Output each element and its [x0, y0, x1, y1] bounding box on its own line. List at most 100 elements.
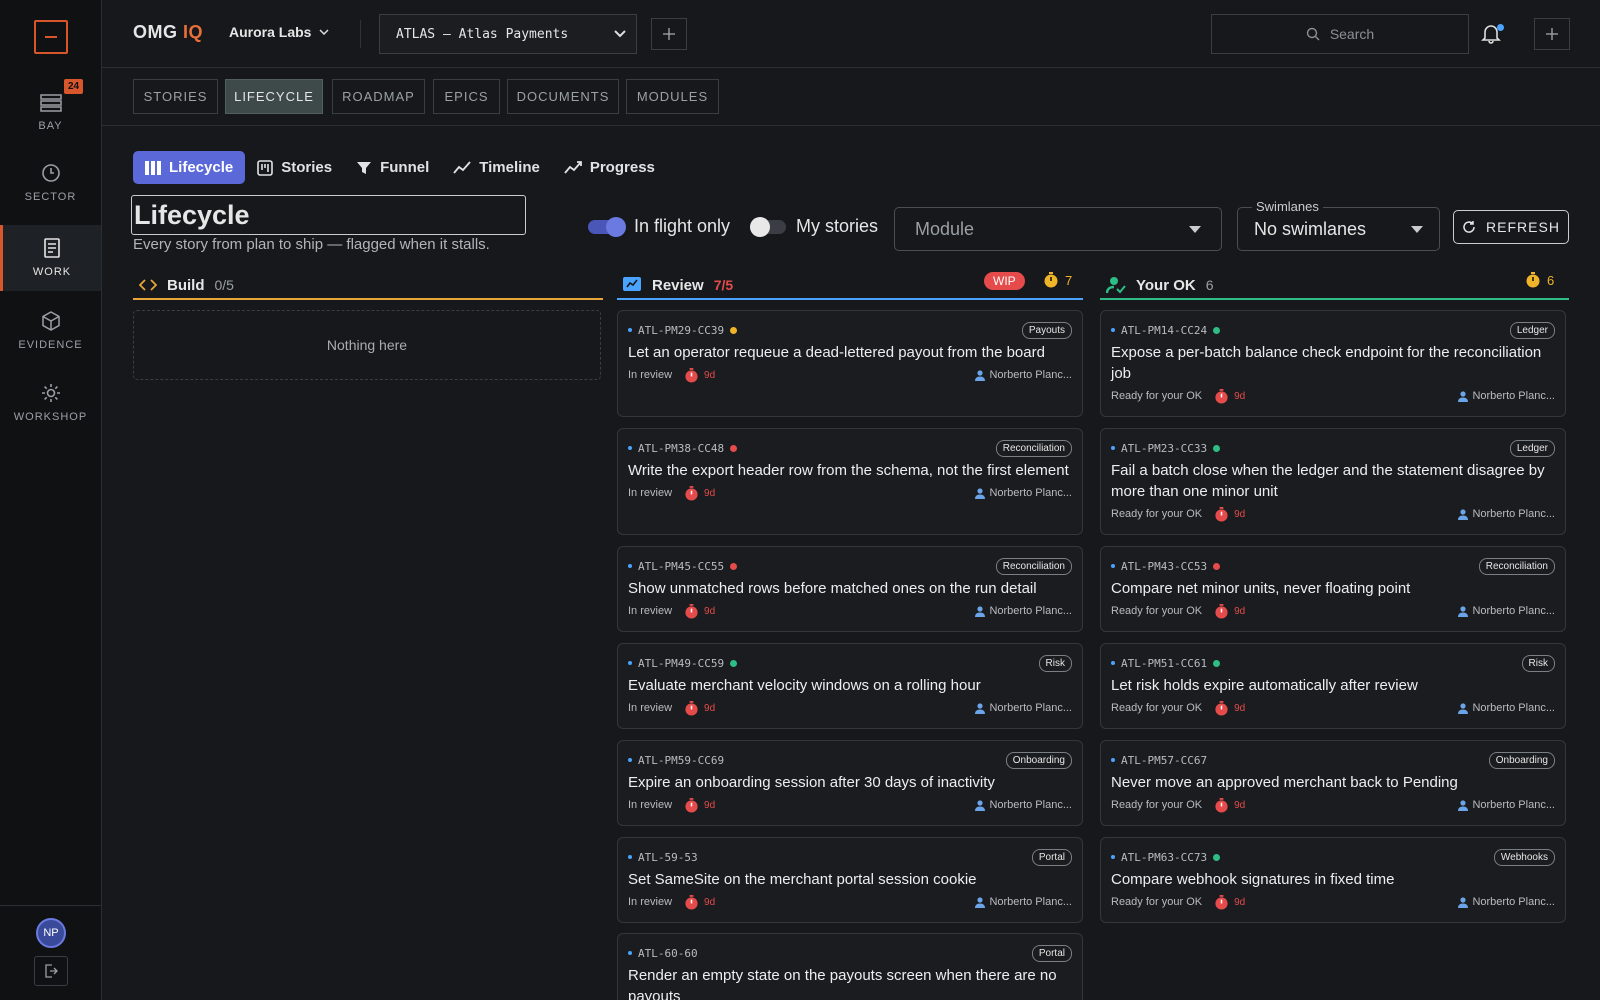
story-card[interactable]: ATL-PM43-CC53 Reconciliation Compare net m… [1100, 546, 1566, 632]
story-card[interactable]: ATL-60-60 Portal Render an empty state on … [617, 933, 1083, 1000]
module-tag[interactable]: Reconciliation [995, 557, 1072, 575]
notifications-button[interactable] [1480, 22, 1506, 48]
user-icon [975, 369, 986, 381]
story-owner[interactable]: Norberto Planc... [1458, 605, 1555, 617]
toggle-switch-off[interactable] [750, 216, 786, 237]
module-tag[interactable]: Portal [1031, 944, 1072, 962]
story-owner[interactable]: Norberto Planc... [975, 369, 1072, 381]
story-status: In review [628, 605, 673, 617]
toggle-switch-on[interactable] [588, 216, 626, 237]
swimlanes-value: No swimlanes [1254, 218, 1367, 239]
module-select[interactable]: Module [894, 207, 1222, 251]
search-placeholder: Search [1329, 26, 1375, 42]
module-tag[interactable]: Ledger [1509, 321, 1555, 339]
project-select[interactable]: ATLAS — Atlas Payments [379, 14, 637, 54]
module-tag[interactable]: Reconciliation [1478, 557, 1555, 575]
page-title[interactable]: Lifecycle [131, 195, 526, 235]
toggle-label: In flight only [634, 216, 731, 236]
caret-down-icon [1189, 225, 1201, 233]
sidebar-item-label: WORKSHOP [13, 411, 88, 423]
my-stories-toggle[interactable]: My stories [750, 216, 878, 237]
story-card[interactable]: ATL-PM49-CC59 Risk Evaluate merchant veloc… [617, 643, 1083, 729]
sidebar-item-bay[interactable]: BAY 24 [0, 79, 101, 146]
story-owner[interactable]: Norberto Planc... [1458, 390, 1555, 402]
stall-age: 9d [1214, 894, 1245, 910]
module-tag[interactable]: Ledger [1509, 439, 1555, 457]
story-card[interactable]: ATL-PM29-CC39 Payouts Let an operator requ… [617, 310, 1083, 417]
sidebar-item-work[interactable]: WORK [0, 225, 101, 291]
story-card[interactable]: ATL-PM59-CC69 Onboarding Expire an onboard… [617, 740, 1083, 826]
column-header-review: Review 7/5 [622, 270, 733, 300]
tab-stories[interactable]: STORIES [133, 79, 218, 114]
priority-dot [730, 562, 738, 570]
sidebar-item-workshop[interactable]: WORKSHOP [0, 370, 101, 436]
tab-modules[interactable]: MODULES [626, 79, 719, 114]
view-switcher: Lifecycle Stories Funnel Timeline Progre… [133, 151, 667, 184]
create-button[interactable] [1534, 18, 1570, 50]
tab-documents[interactable]: DOCUMENTS [507, 79, 619, 114]
story-owner[interactable]: Norberto Planc... [975, 487, 1072, 499]
story-card[interactable]: ATL-PM23-CC33 Ledger Fail a batch close wh… [1100, 428, 1566, 535]
story-owner[interactable]: Norberto Planc... [1458, 896, 1555, 908]
story-card[interactable]: ATL-59-53 Portal Set SameSite on the merch… [617, 837, 1083, 923]
story-owner[interactable]: Norberto Planc... [975, 799, 1072, 811]
story-id: ATL-PM63-CC73 [1121, 850, 1208, 864]
module-tag[interactable]: Risk [1521, 654, 1555, 672]
story-card[interactable]: ATL-PM14-CC24 Ledger Expose a per-batch ba… [1100, 310, 1566, 417]
user-icon [1458, 896, 1469, 908]
search-input[interactable]: Search [1211, 14, 1469, 54]
sidebar-item-sector[interactable]: SECTOR [0, 150, 101, 216]
story-card[interactable]: ATL-PM57-CC67 Onboarding Never move an app… [1100, 740, 1566, 826]
bullet-icon [1111, 855, 1115, 859]
add-project-button[interactable] [651, 18, 687, 50]
story-owner[interactable]: Norberto Planc... [1458, 508, 1555, 520]
story-status: In review [628, 487, 673, 499]
user-icon [1458, 799, 1469, 811]
tab-lifecycle[interactable]: LIFECYCLE [225, 79, 323, 114]
story-card[interactable]: ATL-PM63-CC73 Webhooks Compare webhook sig… [1100, 837, 1566, 923]
module-tag[interactable]: Portal [1031, 848, 1072, 866]
columns-icon [145, 160, 161, 175]
logout-button[interactable] [34, 956, 68, 986]
module-tag[interactable]: Onboarding [1488, 751, 1555, 769]
module-tag[interactable]: Reconciliation [995, 439, 1072, 457]
story-owner[interactable]: Norberto Planc... [975, 605, 1072, 617]
story-owner[interactable]: Norberto Planc... [1458, 799, 1555, 811]
sidebar-item-evidence[interactable]: EVIDENCE [0, 298, 101, 364]
module-tag[interactable]: Webhooks [1493, 848, 1555, 866]
view-stories[interactable]: Stories [245, 151, 344, 184]
avatar[interactable]: NP [36, 918, 66, 948]
chevron-down-icon [319, 29, 329, 35]
stopwatch-icon [1215, 894, 1228, 910]
in-flight-toggle[interactable]: In flight only [588, 216, 730, 237]
column-accent-your-ok [1100, 298, 1569, 300]
column-count: 6 [1205, 277, 1214, 293]
priority-dot [730, 326, 738, 334]
module-placeholder: Module [915, 218, 975, 239]
story-owner[interactable]: Norberto Planc... [1458, 702, 1555, 714]
tab-roadmap[interactable]: ROADMAP [332, 79, 425, 114]
view-timeline[interactable]: Timeline [441, 151, 552, 184]
story-title: Compare webhook signatures in fixed time [1111, 871, 1395, 888]
story-card[interactable]: ATL-PM38-CC48 Reconciliation Write the exp… [617, 428, 1083, 535]
module-tag[interactable]: Payouts [1021, 321, 1072, 339]
module-tag[interactable]: Risk [1038, 654, 1072, 672]
org-switcher[interactable]: Aurora Labs [229, 24, 329, 40]
bullet-icon [628, 661, 632, 665]
module-tag[interactable]: Onboarding [1005, 751, 1072, 769]
tab-epics[interactable]: EPICS [433, 79, 500, 114]
wip-badge: WIP [984, 272, 1025, 290]
refresh-button[interactable]: REFRESH [1453, 210, 1569, 244]
stall-age: 9d [684, 797, 715, 813]
story-owner[interactable]: Norberto Planc... [975, 702, 1072, 714]
story-card[interactable]: ATL-PM45-CC55 Reconciliation Show unmatche… [617, 546, 1083, 632]
story-id: ATL-PM38-CC48 [638, 441, 725, 455]
user-icon [1458, 390, 1469, 402]
view-funnel[interactable]: Funnel [344, 151, 441, 184]
story-owner[interactable]: Norberto Planc... [975, 896, 1072, 908]
trend-line-icon [453, 160, 471, 174]
story-card[interactable]: ATL-PM51-CC61 Risk Let risk holds expire a… [1100, 643, 1566, 729]
view-progress[interactable]: Progress [552, 151, 667, 184]
view-lifecycle[interactable]: Lifecycle [133, 151, 246, 184]
menu-toggle-button[interactable] [34, 20, 68, 54]
